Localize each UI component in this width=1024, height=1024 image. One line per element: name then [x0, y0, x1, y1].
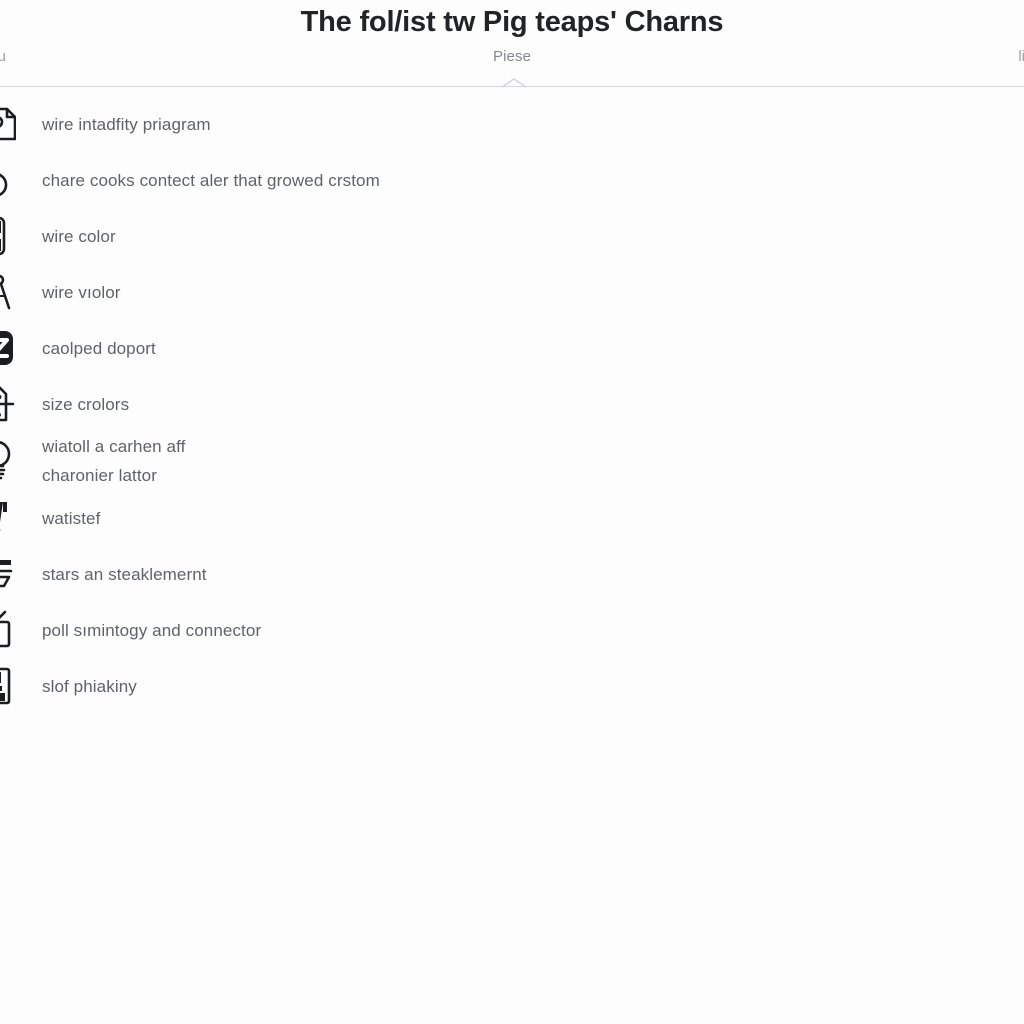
- television-icon: [0, 607, 16, 653]
- list-item[interactable]: wiatoll a carhen aff charonier lattor: [0, 432, 1024, 490]
- list-item-label: slof phiakiny: [42, 676, 137, 696]
- header-right-label[interactable]: liitc: [960, 48, 1024, 65]
- list-item[interactable]: stars an steaklemernt: [0, 546, 1024, 602]
- lightbulb-icon: [0, 438, 16, 484]
- spiral-icon: [0, 157, 16, 203]
- list-item[interactable]: wire intadfity priagram: [0, 96, 1024, 152]
- list-item[interactable]: slof phiakiny: [0, 658, 1024, 714]
- page-title: The fol/ist tw Pig teaps' Charns: [300, 6, 724, 38]
- list-item-label: chare cooks contect aler that growed crs…: [42, 170, 380, 190]
- list-item-label: wire intadfity priagram: [42, 114, 211, 134]
- birdhouse-post-icon: [0, 381, 16, 427]
- item-list: wire intadfity priagram chare cooks cont…: [0, 96, 1024, 714]
- list-item[interactable]: size crolors: [0, 376, 1024, 432]
- list-item-label: size crolors: [42, 394, 130, 414]
- server-rack-icon: [0, 663, 16, 709]
- page-header: elu The fol/ist tw Pig teaps' Charns Pie…: [0, 0, 1024, 88]
- list-item-label: poll sımintogy and connector: [42, 620, 262, 640]
- list-item[interactable]: caolped doport: [0, 320, 1024, 376]
- z-badge-icon: [0, 325, 16, 371]
- list-item[interactable]: wire vıolor: [0, 264, 1024, 320]
- compass-icon: [0, 269, 16, 315]
- list-item-label: wiatoll a carhen aff charonier lattor: [42, 437, 186, 485]
- fuse-icon: [0, 213, 16, 259]
- chevron-up-icon: [501, 78, 527, 88]
- page-subtitle: Piese: [492, 48, 532, 65]
- list-item-label: stars an steaklemernt: [42, 564, 207, 584]
- filled-bulb-icon: [0, 495, 16, 541]
- list-item-label: watistef: [42, 508, 101, 528]
- list-item[interactable]: watistef: [0, 490, 1024, 546]
- list-item[interactable]: chare cooks contect aler that growed crs…: [0, 152, 1024, 208]
- list-item[interactable]: poll sımintogy and connector: [0, 602, 1024, 658]
- list-item-label: wire vıolor: [42, 282, 121, 302]
- document-icon: [0, 101, 16, 147]
- tray-stack-icon: [0, 551, 16, 597]
- list-item-label: caolped doport: [42, 338, 156, 358]
- list-item-label: wire color: [42, 226, 116, 246]
- page-root: elu The fol/ist tw Pig teaps' Charns Pie…: [0, 0, 1024, 1024]
- list-item[interactable]: wire color: [0, 208, 1024, 264]
